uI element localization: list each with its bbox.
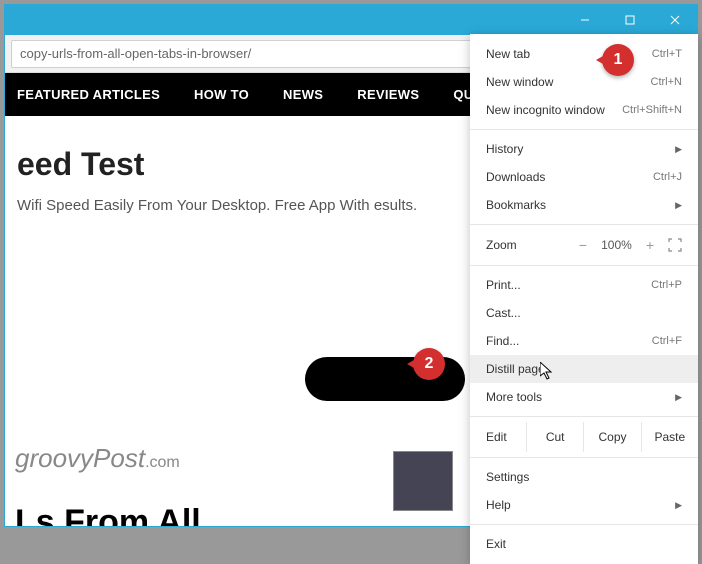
chevron-right-icon: ▶ [675, 200, 682, 211]
zoom-out-button[interactable]: − [579, 237, 587, 253]
menu-help[interactable]: Help▶ [470, 491, 698, 519]
close-button[interactable] [652, 5, 697, 35]
minimize-button[interactable] [562, 5, 607, 35]
menu-edit-row: Edit Cut Copy Paste [470, 422, 698, 452]
titlebar [5, 5, 697, 35]
menu-separator [470, 457, 698, 458]
menu-separator [470, 524, 698, 525]
menu-separator [470, 224, 698, 225]
fullscreen-icon[interactable] [668, 238, 682, 252]
menu-exit[interactable]: Exit [470, 530, 698, 558]
zoom-value: 100% [601, 238, 632, 252]
menu-separator [470, 129, 698, 130]
zoom-label: Zoom [486, 238, 517, 252]
menu-new-incognito[interactable]: New incognito windowCtrl+Shift+N [470, 96, 698, 124]
menu-copy[interactable]: Copy [583, 422, 640, 452]
thumbnail [393, 451, 453, 511]
menu-new-window[interactable]: New windowCtrl+N [470, 68, 698, 96]
nav-item[interactable]: FEATURED ARTICLES [17, 87, 160, 102]
nav-item[interactable]: HOW TO [194, 87, 249, 102]
menu-find[interactable]: Find...Ctrl+F [470, 327, 698, 355]
article-heading: Ls From All [15, 503, 201, 526]
menu-history[interactable]: History▶ [470, 135, 698, 163]
edit-label: Edit [470, 422, 526, 452]
menu-separator [470, 265, 698, 266]
chrome-menu: New tabCtrl+T New windowCtrl+N New incog… [470, 34, 698, 564]
menu-cast[interactable]: Cast... [470, 299, 698, 327]
cursor-icon [540, 362, 556, 385]
menu-paste[interactable]: Paste [641, 422, 698, 452]
nav-item[interactable]: REVIEWS [357, 87, 419, 102]
annotation-callout-2: 2 [413, 348, 445, 380]
menu-more-tools[interactable]: More tools▶ [470, 383, 698, 411]
menu-settings[interactable]: Settings [470, 463, 698, 491]
menu-zoom: Zoom − 100% + [470, 230, 698, 260]
menu-downloads[interactable]: DownloadsCtrl+J [470, 163, 698, 191]
address-text: copy-urls-from-all-open-tabs-in-browser/ [20, 46, 470, 61]
menu-print[interactable]: Print...Ctrl+P [470, 271, 698, 299]
zoom-in-button[interactable]: + [646, 237, 654, 253]
site-logo: groovyPost.com [15, 443, 180, 474]
chevron-right-icon: ▶ [675, 392, 682, 403]
nav-item[interactable]: NEWS [283, 87, 323, 102]
chevron-right-icon: ▶ [675, 144, 682, 155]
chevron-right-icon: ▶ [675, 500, 682, 511]
address-bar[interactable]: copy-urls-from-all-open-tabs-in-browser/… [11, 40, 499, 68]
menu-bookmarks[interactable]: Bookmarks▶ [470, 191, 698, 219]
maximize-button[interactable] [607, 5, 652, 35]
menu-distill-page[interactable]: Distill page [470, 355, 698, 383]
menu-cut[interactable]: Cut [526, 422, 583, 452]
menu-new-tab[interactable]: New tabCtrl+T [470, 40, 698, 68]
annotation-callout-1: 1 [602, 44, 634, 76]
menu-separator [470, 416, 698, 417]
